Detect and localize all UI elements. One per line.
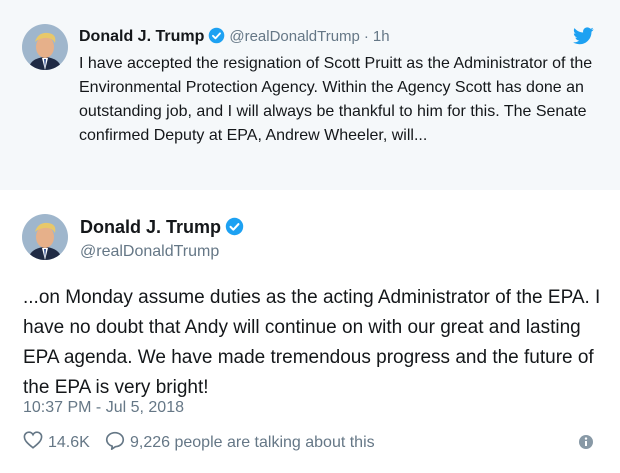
info-icon[interactable] <box>578 434 594 450</box>
tweet-time[interactable]: 1h <box>373 28 390 45</box>
like-count: 14.6K <box>48 433 90 451</box>
avatar[interactable] <box>22 24 68 70</box>
reply-bubble-icon <box>105 431 130 455</box>
verified-badge-icon <box>225 217 244 241</box>
main-tweet-name-row: Donald J. Trump <box>80 217 244 241</box>
main-tweet-text: ...on Monday assume duties as the acting… <box>23 287 601 398</box>
talking-count: 9,226 people are talking about this <box>130 434 375 451</box>
separator-dot: · <box>363 28 369 45</box>
handle[interactable]: @realDonaldTrump <box>80 243 219 261</box>
heart-icon <box>23 431 48 454</box>
parent-tweet-header: Donald J. Trump @realDonaldTrump · 1h <box>79 27 390 47</box>
parent-tweet[interactable]: Donald J. Trump @realDonaldTrump · 1h I hav… <box>0 0 620 190</box>
parent-tweet-text: I have accepted the resignation of Scott… <box>79 55 593 144</box>
display-name[interactable]: Donald J. Trump <box>79 28 204 45</box>
twitter-bird-icon[interactable] <box>573 27 594 45</box>
conversation-link[interactable]: 9,226 people are talking about this <box>105 431 375 455</box>
verified-badge-icon <box>208 27 225 49</box>
like-button[interactable]: 14.6K <box>23 431 90 454</box>
tweet-timestamp[interactable]: 10:37 PM - Jul 5, 2018 <box>23 399 184 417</box>
tweet-actions: 14.6K 9,226 people are talking about thi… <box>23 431 598 455</box>
avatar[interactable] <box>22 214 68 260</box>
handle[interactable]: @realDonaldTrump <box>229 28 360 45</box>
display-name[interactable]: Donald J. Trump <box>80 217 221 237</box>
